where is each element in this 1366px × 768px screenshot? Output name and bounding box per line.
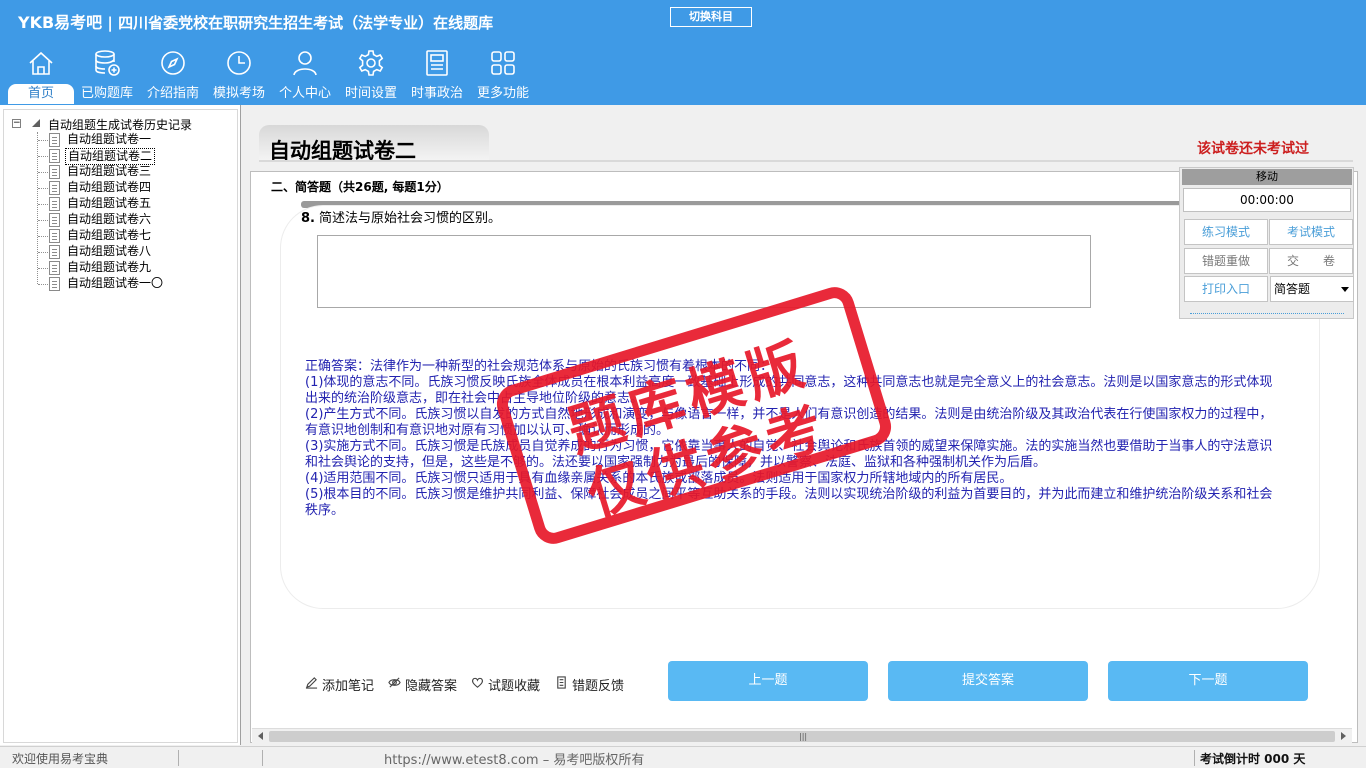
nav-label: 时间设置 (344, 86, 397, 101)
practice-mode-button[interactable]: 练习模式 (1184, 219, 1268, 245)
submit-answer-button[interactable]: 提交答案 (888, 661, 1088, 701)
chevron-down-icon (1341, 287, 1349, 292)
nav-label: 时事政治 (410, 86, 463, 101)
nav-mock-exam[interactable]: 模拟考场 (206, 48, 272, 104)
newspaper-icon (426, 50, 448, 76)
nav-home[interactable]: 首页 (8, 48, 74, 104)
app-title-text: 四川省委党校在职研究生招生考试（法学专业）在线题库 (118, 14, 494, 32)
tree-item-label: 自动组题试卷八 (67, 244, 152, 258)
status-welcome: 欢迎使用易考宝典 (12, 752, 109, 766)
document-icon (49, 197, 60, 211)
answer-input[interactable] (317, 235, 1091, 308)
pencil-icon (305, 677, 318, 689)
document-icon (49, 261, 60, 275)
switch-subject-button[interactable]: 切换科目 (670, 7, 752, 27)
answer-line: 正确答案：法律作为一种新型的社会规范体系与原始的氏族习惯有着根本的不同： (305, 359, 774, 374)
nav-guide[interactable]: 介绍指南 (140, 48, 206, 104)
nav-more[interactable]: 更多功能 (470, 48, 536, 104)
horizontal-scrollbar[interactable]: ||| (252, 728, 1352, 744)
scroll-right-icon[interactable] (1341, 732, 1346, 740)
document-icon (49, 165, 60, 179)
answer-line: (4)适用范围不同。氏族习惯只适用于具有血缘亲属关系的本氏族或部落成员。法则适用… (305, 471, 1013, 486)
app-header: YKB易考吧 | 四川省委党校在职研究生招生考试（法学专业）在线题库 切换科目 … (0, 0, 1366, 105)
nav-current-affairs[interactable]: 时事政治 (404, 48, 470, 104)
document-icon (49, 133, 60, 147)
nav-purchased[interactable]: 已购题库 (74, 48, 140, 104)
submit-paper-button[interactable]: 交 卷 (1269, 248, 1353, 274)
nav-label: 首页 (8, 84, 74, 104)
grip-icon: ||| (799, 732, 808, 741)
question-stem: 简述法与原始社会习惯的区别。 (318, 211, 501, 226)
question-card: 8. 简述法与原始社会习惯的区别。 正确答案：法律作为一种新型的社会规范体系与原始… (281, 206, 1319, 608)
tree-item-label: 自动组题试卷四 (67, 180, 152, 194)
tree-item-label: 自动组题试卷三 (67, 164, 152, 178)
database-add-icon (95, 50, 120, 76)
clock-icon (227, 51, 251, 75)
nav-label: 更多功能 (476, 86, 529, 101)
redo-wrong-button[interactable]: 错题重做 (1184, 248, 1268, 274)
question-type-select[interactable]: 简答题 (1270, 276, 1354, 302)
report-icon (557, 676, 566, 689)
tree-item-label: 自动组题试卷一〇 (67, 276, 164, 290)
status-url: https://www.etest8.com – 易考吧版权所有 (384, 753, 645, 768)
heart-icon (471, 677, 484, 688)
collapse-icon[interactable]: − (12, 119, 21, 128)
eye-off-icon (388, 677, 401, 688)
move-handle[interactable]: 移动 (1182, 169, 1352, 185)
tree-item-label: 自动组题试卷六 (67, 212, 152, 226)
print-button[interactable]: 打印入口 (1184, 276, 1268, 302)
gear-icon (358, 50, 384, 76)
nav-label: 个人中心 (278, 86, 331, 101)
tree-item-label: 自动组题试卷一 (67, 132, 152, 146)
nav-label: 介绍指南 (146, 86, 199, 101)
exam-mode-button[interactable]: 考试模式 (1269, 219, 1353, 245)
answer-line: (5)根本目的不同。氏族习惯是维护共同利益、保障社会成员之间平等互助关系的手段。… (305, 487, 1273, 518)
exam-countdown: 考试倒计时 000 天 (1200, 752, 1306, 766)
timer-display: 00:00:00 (1183, 188, 1351, 212)
grid-icon (491, 51, 515, 75)
correct-answer: 正确答案：法律作为一种新型的社会规范体系与原始的氏族习惯有着根本的不同： (1)… (305, 359, 1285, 519)
user-icon (293, 51, 317, 76)
tree-item-label: 自动组题试卷九 (67, 260, 152, 274)
document-icon (49, 213, 60, 227)
nav-label: 模拟考场 (212, 86, 265, 101)
answer-line: (1)体现的意志不同。氏族习惯反映氏族全体成员在根本利益高度一致基础上形成的共同… (305, 375, 1273, 406)
tree-item-label: 自动组题试卷七 (67, 228, 152, 242)
document-icon (49, 181, 60, 195)
question-type-value: 简答题 (1274, 282, 1311, 296)
document-icon (49, 149, 60, 163)
tree-root-label: 自动组题生成试卷历史记录 (48, 118, 193, 132)
answer-line: (3)实施方式不同。氏族习惯是氏族成员自觉养成的行为习惯，它依靠当事人的自觉、社… (305, 439, 1273, 470)
next-question-button[interactable]: 下一题 (1108, 661, 1308, 701)
section-header: 二、简答题（共26题, 每题1分） (271, 180, 449, 194)
tree-expanded-icon (32, 119, 40, 127)
prev-question-button[interactable]: 上一题 (668, 661, 868, 701)
tree-item-label: 自动组题试卷五 (67, 196, 152, 210)
document-icon (49, 277, 60, 291)
paper-history-tree: − 自动组题生成试卷历史记录 自动组题试卷一 自动组题试卷二 自动组题试卷三 自动组题… (0, 105, 241, 745)
scroll-left-icon[interactable] (258, 732, 263, 740)
compass-icon (161, 51, 185, 75)
nav-profile[interactable]: 个人中心 (272, 48, 338, 104)
brand-logo: YKB易考吧 (18, 13, 103, 32)
exam-status: 该试卷还未考试过 (1197, 141, 1309, 157)
home-icon (29, 51, 53, 75)
nav-time-settings[interactable]: 时间设置 (338, 48, 404, 104)
tree-item-label: 自动组题试卷二 (65, 148, 156, 165)
document-icon (49, 229, 60, 243)
question-number: 8. (301, 211, 315, 226)
nav-label: 已购题库 (80, 86, 133, 101)
answer-line: (2)产生方式不同。氏族习惯以自发的方式自然地形成和演变，与像语言一样，并不是人… (305, 407, 1273, 438)
status-bar: 欢迎使用易考宝典 https://www.etest8.com – 易考吧版权所… (0, 746, 1366, 768)
question-text: 8. 简述法与原始社会习惯的区别。 (301, 207, 501, 226)
scroll-thumb[interactable]: ||| (269, 731, 1335, 742)
app-title: YKB易考吧 | 四川省委党校在职研究生招生考试（法学专业）在线题库 (18, 13, 494, 32)
exam-control-panel: 移动 00:00:00 练习模式 考试模式 错题重做 交 卷 打印入口 简答题 (1179, 167, 1354, 319)
document-icon (49, 245, 60, 259)
